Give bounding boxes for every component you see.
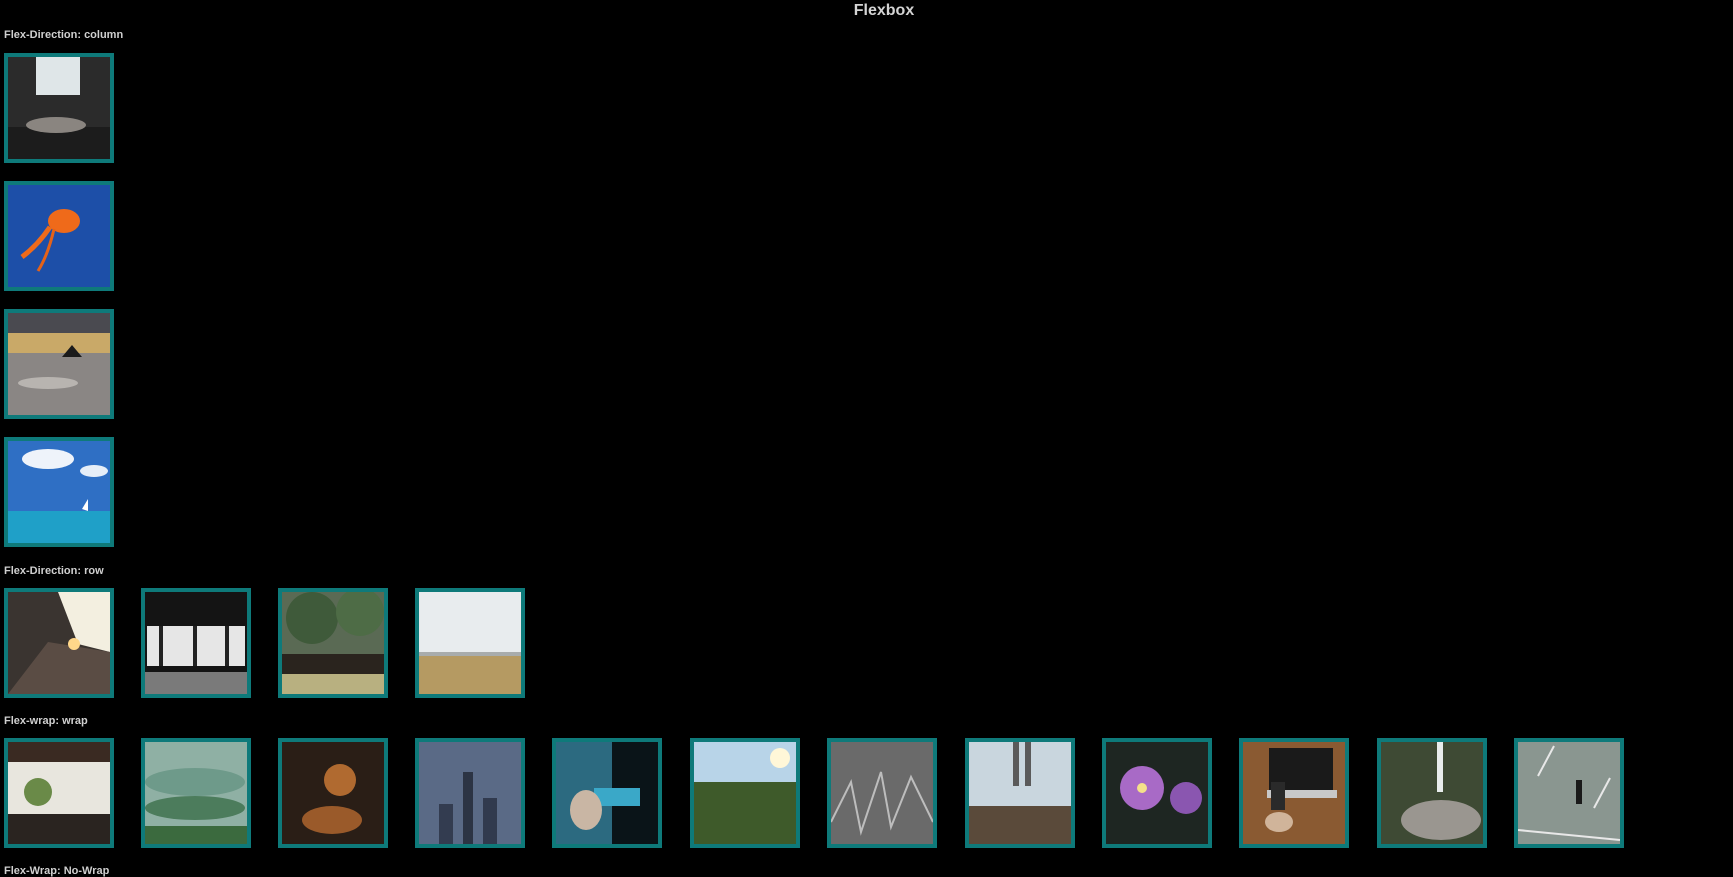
rocky-beach-sunset-photo — [4, 309, 114, 419]
section-label-row: Flex-Direction: row — [4, 565, 104, 577]
legs-on-cliff-photo — [965, 738, 1075, 848]
misty-green-hills-photo — [141, 738, 251, 848]
grass-field-trees-photo — [278, 588, 388, 698]
grayscale-grass-photo — [827, 738, 937, 848]
section-label-nowrap: Flex-Wrap: No-Wrap — [4, 865, 110, 877]
person-walking-road-photo — [1514, 738, 1624, 848]
purple-flowers-photo — [1102, 738, 1212, 848]
window-bedroom-photo — [4, 53, 114, 163]
pier-sunset-photo — [4, 588, 114, 698]
tiger-cub-photo — [278, 738, 388, 848]
meadow-sunlight-photo — [690, 738, 800, 848]
section-label-wrap: Flex-wrap: wrap — [4, 715, 88, 727]
waterfall-rocks-photo — [1377, 738, 1487, 848]
blue-sea-sky-photo — [4, 437, 114, 547]
city-skyline-photo — [415, 738, 525, 848]
section-label-column: Flex-Direction: column — [4, 29, 124, 41]
laptop-phone-photo — [1239, 738, 1349, 848]
car-interior-photo — [4, 738, 114, 848]
orange-jellyfish-photo — [4, 181, 114, 291]
beach-dune-grass-photo — [415, 588, 525, 698]
dark-window-room-photo — [141, 588, 251, 698]
page-title: Flexbox — [853, 2, 915, 19]
hand-holding-phone-photo — [552, 738, 662, 848]
